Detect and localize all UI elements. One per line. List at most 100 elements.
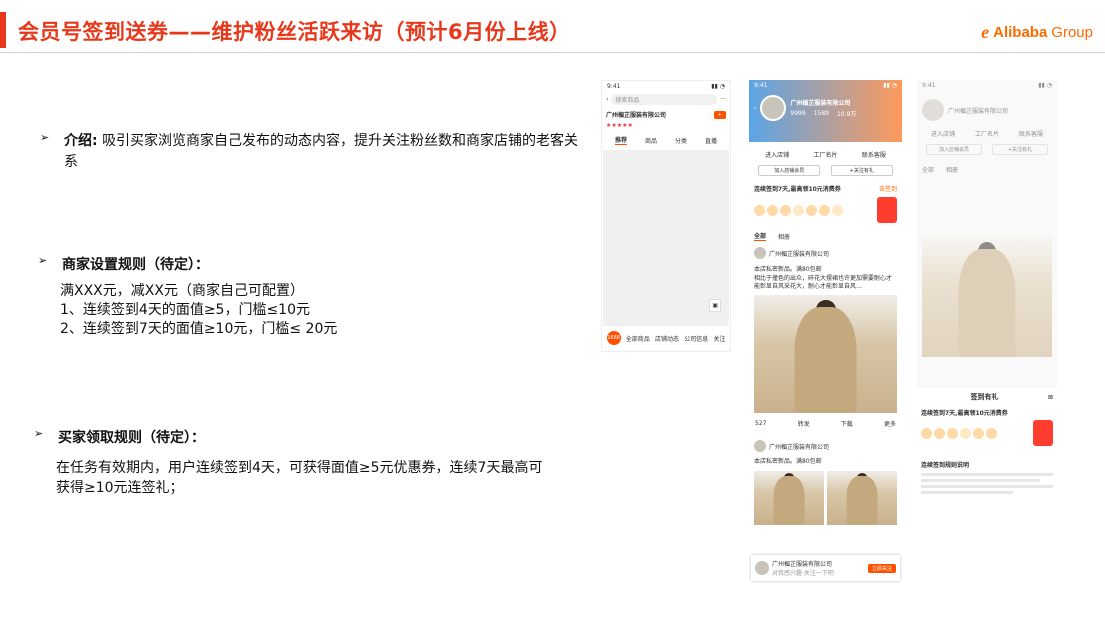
join-member-button[interactable]: 加入店铺会员	[758, 165, 821, 176]
day-coupon	[832, 204, 843, 216]
shop-avatar	[760, 95, 787, 121]
day-coupon	[793, 204, 804, 216]
merchant-rules-bullet: ➢ 商家设置规则（待定）：	[38, 254, 209, 274]
post-shop-name: 广州楣芷服装有限公司	[769, 250, 830, 258]
buyer-rules-bullet: ➢ 买家领取规则（待定）：	[34, 427, 205, 447]
bullet-arrow-icon: ➢	[34, 427, 44, 440]
buyer-rules-text: 在任务有效期内，用户连续签到4天，可获得面值≥5元优惠券，连续7天最高可获得≥1…	[56, 460, 543, 496]
buyer-rules-heading: 买家领取规则（待定）：	[58, 430, 205, 446]
search-input[interactable]: 搜索商品	[611, 94, 718, 105]
bullet-arrow-icon: ➢	[40, 131, 50, 144]
shop-name: 广州楣芷服装有限公司	[790, 100, 851, 107]
day-coupon[interactable]	[934, 427, 945, 439]
more-icon[interactable]: ···	[720, 96, 726, 103]
back-arrow-icon[interactable]: ‹	[754, 105, 756, 112]
home-logo-icon[interactable]: 1688	[606, 331, 621, 345]
nav-all-products[interactable]: 全部商品	[626, 334, 650, 343]
feed-tab-all[interactable]: 全部	[754, 231, 767, 241]
header-divider	[0, 52, 1105, 53]
alibaba-logo-group: Group	[1051, 24, 1093, 41]
rating-stars-icon: ★★★★★	[606, 122, 633, 129]
tab-category[interactable]: 分类	[675, 136, 687, 145]
tab-recommend[interactable]: 推荐	[614, 135, 627, 145]
merchant-rule-line: 2、连续签到7天的面值≥10元，门槛≤ 20元	[60, 321, 338, 337]
stat-value: 9999	[790, 110, 806, 117]
follow-now-button[interactable]: 立即关注	[867, 563, 896, 573]
close-icon[interactable]: ⊠	[1048, 394, 1053, 401]
alibaba-logo-mark: e	[981, 22, 990, 42]
phone-mockup-shop-feed: 9:41 ▮▮ ◔ ‹ 广州楣芷服装有限公司 9999 1589 10.9万 进…	[749, 80, 902, 585]
post-avatar	[754, 440, 766, 452]
rules-text-line	[921, 473, 1053, 476]
post-text: 本店私密新品。满80包邮	[754, 266, 822, 273]
follow-button[interactable]: +	[713, 110, 726, 119]
intro-label: 介绍:	[64, 133, 98, 149]
download-action[interactable]: 下载	[841, 419, 853, 428]
rules-text-line	[921, 479, 1040, 482]
rules-text-line	[921, 491, 1014, 494]
shop-avatar	[755, 561, 769, 575]
coupon-reward-card[interactable]	[877, 197, 897, 223]
post-image[interactable]	[754, 471, 824, 525]
coupon-reward-card[interactable]	[1033, 420, 1053, 446]
tab-live[interactable]: 直播	[705, 136, 717, 145]
enter-shop-action[interactable]: 进入店铺	[765, 150, 789, 159]
nav-follow[interactable]: 关注	[713, 334, 725, 343]
shop-name: 广州楣芷服装有限公司	[606, 112, 667, 119]
alibaba-logo-text: Alibaba	[993, 24, 1048, 41]
more-action[interactable]: 更多	[884, 419, 896, 428]
follow-bar: 广州楣芷服装有限公司 对我感兴趣 关注一下吧 立即关注	[751, 555, 900, 581]
status-time: 9:41	[754, 82, 768, 89]
sign-in-link[interactable]: 去签到	[879, 184, 897, 193]
title-accent-bar	[0, 12, 6, 48]
follow-bar-shop-name: 广州楣芷服装有限公司	[772, 561, 833, 568]
tab-products[interactable]: 商品	[645, 136, 657, 145]
merchant-rule-line: 满XXX元，减XX元（商家自己可配置）	[60, 283, 304, 299]
day-coupon[interactable]	[921, 427, 932, 439]
day-coupon[interactable]	[960, 427, 971, 439]
sign-in-days	[754, 204, 843, 216]
sign-in-days	[921, 427, 997, 439]
day-coupon[interactable]	[973, 427, 984, 439]
day-coupon	[767, 204, 778, 216]
share-action[interactable]: 转发	[798, 419, 810, 428]
nav-company-info[interactable]: 公司信息	[684, 334, 708, 343]
floating-gift-icon[interactable]: ▣	[709, 299, 721, 312]
post-image[interactable]	[827, 471, 897, 525]
rules-title: 连续签到规则说明	[921, 462, 970, 469]
factory-card-action[interactable]: 工厂名片	[813, 150, 837, 159]
post-text-body: 相比于撞色的出众，碎花大摆裙也许更加需要耐心才能彰显自风采花大，耐心才能彰显自风…	[754, 275, 893, 290]
day-coupon	[819, 204, 830, 216]
page-title: 会员号签到送券——维护粉丝活跃来访（预计6月份上线）	[18, 20, 571, 44]
feed-tab-album[interactable]: 相册	[778, 232, 790, 241]
like-count[interactable]: 527	[755, 420, 766, 427]
day-coupon	[780, 204, 791, 216]
merchant-rules-heading: 商家设置规则（待定）：	[62, 257, 209, 273]
status-icons: ▮▮ ◔	[883, 82, 897, 89]
post-shop-name: 广州楣芷服装有限公司	[769, 443, 830, 451]
content-area: ▣	[603, 150, 729, 326]
stat-value: 10.9万	[836, 111, 857, 118]
shop-banner: 9:41 ▮▮ ◔ ‹ 广州楣芷服装有限公司 9999 1589 10.9万	[749, 80, 902, 142]
stat-value: 1589	[813, 110, 829, 117]
day-coupon	[806, 204, 817, 216]
rules-text-line	[921, 485, 1053, 488]
phone-mockup-shop-home: 9:41 ▮▮ ◔ ‹ 搜索商品 ··· 广州楣芷服装有限公司 + ★★★★★ …	[601, 80, 731, 352]
sign-in-modal-title: 签到有礼	[970, 393, 999, 401]
day-coupon	[754, 204, 765, 216]
status-time: 9:41	[607, 83, 621, 90]
day-coupon[interactable]	[986, 427, 997, 439]
contact-service-action[interactable]: 联系客服	[862, 150, 886, 159]
nav-shop-feed[interactable]: 店铺动态	[655, 334, 679, 343]
post-text: 本店私密新品。满80包邮	[754, 458, 822, 465]
follow-gift-button[interactable]: +关注有礼	[830, 165, 893, 176]
merchant-rules-list: 满XXX元，减XX元（商家自己可配置） 1、连续签到4天的面值≥5，门槛≤10元…	[60, 282, 337, 339]
day-coupon[interactable]	[947, 427, 958, 439]
post-avatar	[754, 247, 766, 259]
bullet-arrow-icon: ➢	[38, 254, 48, 267]
post-image[interactable]	[754, 295, 897, 413]
intro-bullet: ➢ 介绍: 吸引买家浏览商家自己发布的动态内容，提升关注粉丝数和商家店铺的老客关…	[40, 131, 580, 173]
back-arrow-icon[interactable]: ‹	[606, 96, 608, 103]
follow-bar-subtitle: 对我感兴趣 关注一下吧	[772, 570, 834, 577]
status-icons: ▮▮ ◔	[711, 83, 725, 90]
